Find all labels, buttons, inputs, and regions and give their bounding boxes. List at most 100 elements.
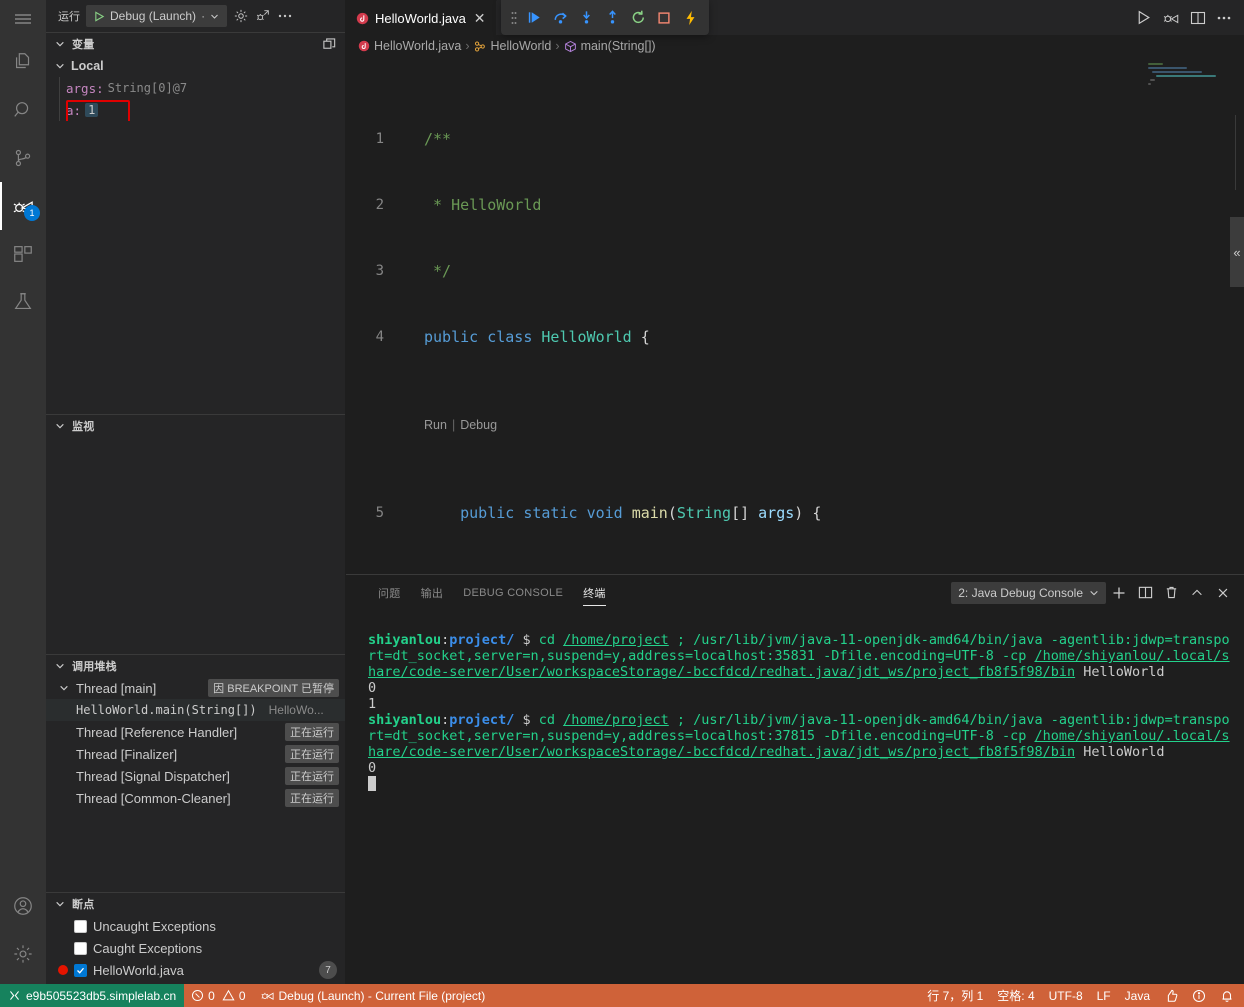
- terminal-selector-dropdown[interactable]: 2: Java Debug Console: [951, 581, 1106, 604]
- new-terminal-button[interactable]: [1106, 580, 1132, 606]
- breakpoints-section-header[interactable]: 断点: [46, 893, 345, 915]
- status-indent-label: 空格: 4: [997, 989, 1035, 1003]
- variables-scope-local[interactable]: Local: [46, 55, 345, 77]
- continue-button[interactable]: [521, 4, 547, 32]
- step-out-button[interactable]: [599, 4, 625, 32]
- status-problems[interactable]: 0 0: [184, 984, 252, 1007]
- breadcrumb-item-class[interactable]: HelloWorld: [473, 39, 551, 53]
- gear-icon[interactable]: [0, 930, 46, 978]
- variables-scope-label: Local: [71, 59, 104, 73]
- run-button[interactable]: [1135, 9, 1152, 26]
- callstack-thread[interactable]: Thread [Finalizer] 正在运行: [46, 743, 345, 765]
- close-icon[interactable]: ✕: [474, 11, 486, 25]
- code-line: 3 */: [346, 260, 1244, 282]
- restart-button[interactable]: [625, 4, 651, 32]
- breakpoint-row-caught[interactable]: Caught Exceptions: [46, 937, 345, 959]
- thread-state-badge: 正在运行: [285, 767, 339, 785]
- status-info[interactable]: [1185, 984, 1213, 1007]
- error-icon: [192, 989, 204, 1002]
- code-segment: []: [731, 504, 759, 522]
- checkbox[interactable]: [74, 941, 87, 955]
- status-eol[interactable]: LF: [1090, 984, 1118, 1007]
- run-debug-button[interactable]: [1162, 9, 1180, 27]
- stop-button[interactable]: [651, 4, 677, 32]
- sidebar-item-explorer[interactable]: [0, 38, 46, 86]
- terminal-command-path[interactable]: /home/project: [563, 632, 669, 648]
- split-editor-button[interactable]: [1190, 10, 1206, 26]
- account-icon[interactable]: [0, 882, 46, 930]
- checkbox[interactable]: [74, 919, 87, 933]
- terminal-command-path[interactable]: /home/project: [563, 712, 669, 728]
- tab-debug-console[interactable]: DEBUG CONSOLE: [453, 575, 573, 610]
- breadcrumb-item-file[interactable]: HelloWorld.java: [358, 39, 461, 53]
- editor-tab-label: HelloWorld.java: [375, 10, 466, 26]
- open-debug-console-icon[interactable]: [255, 8, 271, 24]
- variable-row-a[interactable]: a: 1: [46, 99, 345, 121]
- breakpoint-row-helloworld[interactable]: HelloWorld.java 7: [46, 959, 345, 981]
- collapse-panel-button[interactable]: [1184, 580, 1210, 606]
- sidebar-item-testing[interactable]: [0, 278, 46, 326]
- terminal-command-tail: HelloWorld: [1075, 744, 1165, 760]
- code-segment: /**: [424, 130, 452, 148]
- code-editor[interactable]: « 1 /** 2 * HelloWorld 3 */ 4 public cla…: [346, 57, 1244, 574]
- thread-label: Thread [Reference Handler]: [76, 724, 238, 740]
- editor-tab-helloworld[interactable]: HelloWorld.java ✕: [346, 0, 497, 35]
- hamburger-menu-icon[interactable]: [0, 0, 46, 38]
- variables-section-header[interactable]: 变量: [46, 33, 345, 55]
- more-actions-button[interactable]: [1216, 10, 1232, 26]
- code-content[interactable]: 1 /** 2 * HelloWorld 3 */ 4 public class…: [346, 57, 1244, 574]
- close-panel-button[interactable]: [1210, 580, 1236, 606]
- callstack-thread[interactable]: Thread [Signal Dispatcher] 正在运行: [46, 765, 345, 787]
- tab-output[interactable]: 输出: [411, 575, 454, 610]
- launch-configuration-dropdown[interactable]: Debug (Launch) ·: [86, 5, 228, 27]
- callstack-thread[interactable]: Thread [Reference Handler] 正在运行: [46, 721, 345, 743]
- run-debug-badge: 1: [24, 205, 40, 221]
- terminal-output-line: 1: [368, 696, 377, 712]
- breakpoint-row-uncaught[interactable]: Uncaught Exceptions: [46, 915, 345, 937]
- thread-state-badge: 正在运行: [285, 723, 339, 741]
- codelens-debug-link[interactable]: Debug: [460, 414, 497, 436]
- sidebar-header: 运行 Debug (Launch) ·: [46, 0, 345, 32]
- terminal-user: shiyanlou: [368, 632, 442, 648]
- grip-icon[interactable]: [507, 4, 521, 32]
- codelens-run-link[interactable]: Run: [424, 414, 447, 436]
- breadcrumb-label: HelloWorld: [490, 39, 552, 53]
- status-language-mode[interactable]: Java: [1118, 984, 1157, 1007]
- tab-terminal[interactable]: 终端: [573, 575, 616, 610]
- checkbox[interactable]: [74, 963, 87, 977]
- kill-terminal-button[interactable]: [1158, 580, 1184, 606]
- step-into-button[interactable]: [573, 4, 599, 32]
- callstack-frame[interactable]: HelloWorld.main(String[]) HelloWo...: [46, 699, 345, 721]
- terminal-output[interactable]: shiyanlou:project/ $ cd /home/project ; …: [346, 610, 1244, 984]
- status-encoding[interactable]: UTF-8: [1042, 984, 1090, 1007]
- step-over-button[interactable]: [547, 4, 573, 32]
- status-feedback[interactable]: [1157, 984, 1185, 1007]
- status-cursor-position[interactable]: 行 7，列 1: [920, 984, 990, 1007]
- sidebar-item-search[interactable]: [0, 86, 46, 134]
- status-remote-host[interactable]: e9b505523db5.simplelab.cn: [0, 984, 185, 1007]
- watch-section-header[interactable]: 监视: [46, 415, 345, 437]
- sidebar-item-extensions[interactable]: [0, 230, 46, 278]
- status-indentation[interactable]: 空格: 4: [990, 984, 1041, 1007]
- callstack-section-header[interactable]: 调用堆栈: [46, 655, 345, 677]
- debug-settings-gear-icon[interactable]: [233, 8, 249, 24]
- code-segment: void: [586, 504, 623, 522]
- breadcrumb-item-method[interactable]: main(String[]): [564, 39, 656, 53]
- lightning-icon[interactable]: [677, 4, 703, 32]
- status-notifications[interactable]: [1213, 984, 1244, 1007]
- callstack-thread-main[interactable]: Thread [main] 因 BREAKPOINT 已暂停: [46, 677, 345, 699]
- toggle-panel-button[interactable]: «: [1230, 217, 1244, 287]
- tab-problems[interactable]: 问题: [368, 575, 411, 610]
- sidebar-item-source-control[interactable]: [0, 134, 46, 182]
- status-debug-config[interactable]: Debug (Launch) - Current File (project): [253, 984, 493, 1007]
- sidebar-item-run-and-debug[interactable]: 1: [0, 182, 46, 230]
- collapse-all-icon[interactable]: [322, 37, 337, 52]
- more-actions-icon[interactable]: [277, 8, 293, 24]
- variable-name: args:: [66, 80, 104, 96]
- callstack-thread[interactable]: Thread [Common-Cleaner] 正在运行: [46, 787, 345, 809]
- split-terminal-button[interactable]: [1132, 580, 1158, 606]
- variable-row-args[interactable]: args: String[0]@7: [46, 77, 345, 99]
